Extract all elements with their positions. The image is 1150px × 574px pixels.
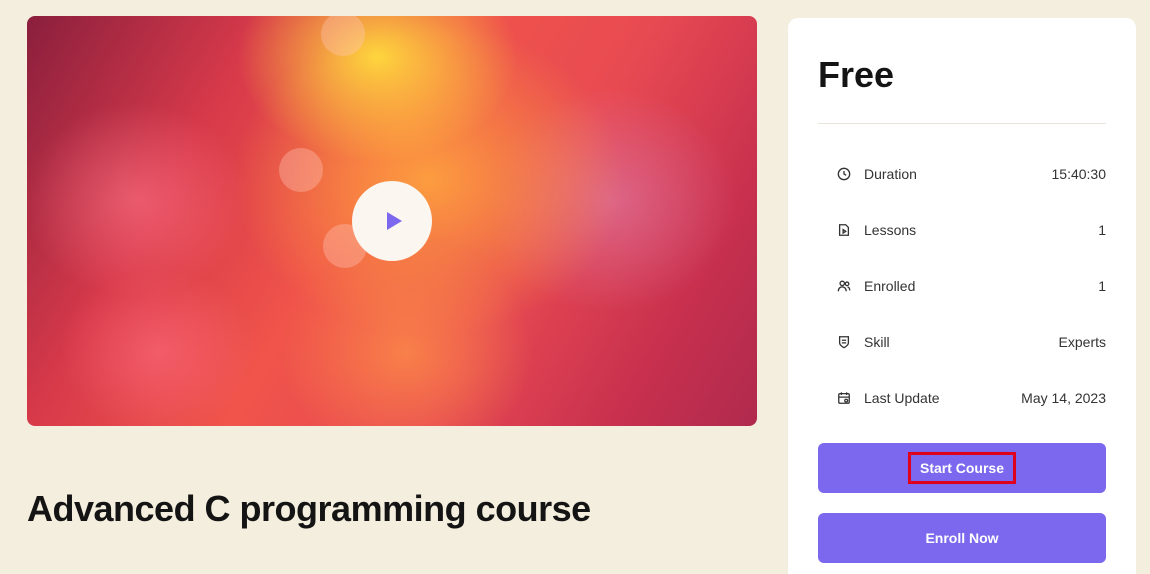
- users-icon: [836, 278, 852, 294]
- info-row-lessons: Lessons 1: [836, 202, 1106, 258]
- info-value: Experts: [1058, 334, 1106, 350]
- play-icon: [387, 212, 402, 230]
- course-video-thumbnail[interactable]: [27, 16, 757, 426]
- course-info-list: Duration 15:40:30 Lessons 1 Enrolled 1 S…: [836, 146, 1106, 426]
- info-value: May 14, 2023: [1021, 390, 1106, 406]
- bokeh-light: [279, 148, 323, 192]
- info-row-duration: Duration 15:40:30: [836, 146, 1106, 202]
- play-button[interactable]: [352, 181, 432, 261]
- info-value: 1: [1098, 278, 1106, 294]
- info-label: Lessons: [864, 222, 917, 238]
- course-page: Advanced C programming course Free Durat…: [0, 0, 1150, 574]
- info-label: Duration: [864, 166, 917, 182]
- info-label: Skill: [864, 334, 890, 350]
- info-value: 1: [1098, 222, 1106, 238]
- course-title: Advanced C programming course: [27, 488, 591, 529]
- clock-icon: [836, 166, 852, 182]
- bokeh-light: [321, 16, 365, 56]
- info-label: Enrolled: [864, 278, 916, 294]
- course-info-card: Free Duration 15:40:30 Lessons 1 Enrolle…: [788, 18, 1136, 574]
- info-row-last-update: Last Update May 14, 2023: [836, 370, 1106, 426]
- divider: [818, 123, 1106, 124]
- info-row-enrolled: Enrolled 1: [836, 258, 1106, 314]
- lesson-file-icon: [836, 222, 852, 238]
- enroll-now-button[interactable]: Enroll Now: [818, 513, 1106, 563]
- calendar-icon: [836, 390, 852, 406]
- start-course-button[interactable]: Start Course: [818, 443, 1106, 493]
- shield-icon: [836, 334, 852, 350]
- course-price: Free: [818, 54, 895, 95]
- info-label: Last Update: [864, 390, 940, 406]
- info-row-skill: Skill Experts: [836, 314, 1106, 370]
- start-course-label: Start Course: [907, 452, 1017, 484]
- info-value: 15:40:30: [1051, 166, 1107, 182]
